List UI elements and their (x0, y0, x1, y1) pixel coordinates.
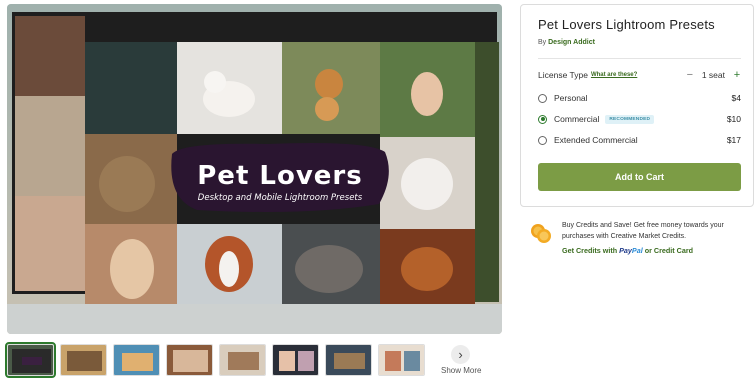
thumbnail[interactable] (113, 344, 160, 376)
thumbnail-strip (5, 342, 425, 378)
license-label: Commercial (554, 114, 600, 124)
thumbnail[interactable] (378, 344, 425, 376)
thumbnail[interactable] (219, 344, 266, 376)
thumbnail[interactable] (60, 344, 107, 376)
get-credits-suffix: or Credit Card (644, 246, 694, 255)
purchase-card: Pet Lovers Lightroom Presets By Design A… (520, 4, 754, 207)
by-prefix: By (538, 39, 547, 46)
radio-personal[interactable] (538, 93, 547, 103)
decrease-seat-button[interactable]: − (686, 69, 694, 81)
preview-subtitle-text: Desktop and Mobile Lightroom Presets (198, 193, 363, 203)
show-more-label[interactable]: Show More (441, 366, 481, 375)
license-label: Personal (554, 93, 588, 103)
recommended-badge: RECOMMENDED (605, 114, 655, 124)
divider (538, 58, 741, 59)
license-option-personal[interactable]: Personal $4 (538, 91, 741, 105)
thumbnail[interactable] (166, 344, 213, 376)
author-link[interactable]: Design Addict (548, 39, 595, 46)
radio-extended-commercial[interactable] (538, 135, 547, 145)
license-price: $4 (731, 93, 741, 103)
thumbnail[interactable] (272, 344, 319, 376)
license-option-commercial[interactable]: Commercial RECOMMENDED $10 (538, 112, 741, 126)
thumbnail[interactable] (325, 344, 372, 376)
whats-these-link[interactable]: What are these? (591, 72, 637, 78)
main-preview-image[interactable]: Pet Lovers Desktop and Mobile Lightroom … (7, 4, 502, 334)
coins-icon (531, 224, 551, 243)
seat-quantity-stepper: − 1 seat + (686, 69, 741, 81)
license-type-label: License Type (538, 70, 588, 80)
thumbnail[interactable] (5, 342, 56, 378)
license-type-row: License Type What are these? − 1 seat + (538, 68, 741, 82)
license-price: $17 (726, 135, 741, 145)
get-credits-link[interactable]: Get Credits with PayPal or Credit Card (562, 246, 693, 255)
product-page: Pet Lovers Desktop and Mobile Lightroom … (0, 0, 754, 378)
license-option-extended-commercial[interactable]: Extended Commercial $17 (538, 133, 741, 147)
paypal-logo-pay: Pay (619, 246, 632, 255)
credits-description: Buy Credits and Save! Get free money tow… (562, 222, 724, 240)
author-line: By Design Addict (538, 39, 595, 46)
product-title: Pet Lovers Lightroom Presets (538, 17, 715, 32)
chevron-right-icon: › (458, 347, 463, 362)
increase-seat-button[interactable]: + (733, 69, 741, 81)
show-more-button[interactable]: › (451, 345, 470, 364)
preview-title-text: Pet Lovers (197, 161, 362, 191)
get-credits-prefix: Get Credits with (562, 246, 618, 255)
seat-quantity-value: 1 seat (701, 70, 725, 80)
radio-commercial[interactable] (538, 114, 547, 124)
license-price: $10 (726, 114, 741, 124)
paypal-logo-pal: Pal (631, 246, 643, 255)
license-label: Extended Commercial (554, 135, 638, 145)
preview-collage: Pet Lovers Desktop and Mobile Lightroom … (7, 4, 502, 334)
add-to-cart-button[interactable]: Add to Cart (538, 163, 741, 191)
